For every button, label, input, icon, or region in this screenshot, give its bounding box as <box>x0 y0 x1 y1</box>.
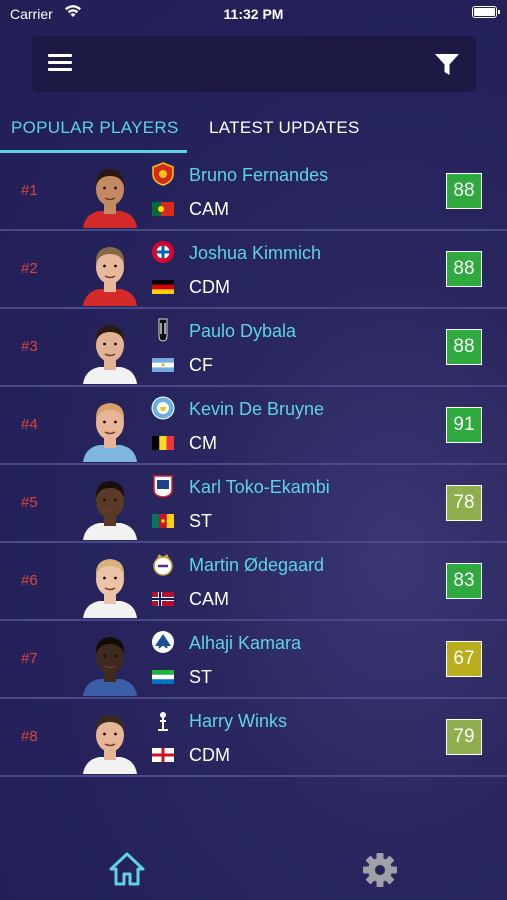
player-name: Alhaji Kamara <box>189 633 302 653</box>
portugal-flag <box>152 202 174 216</box>
player-name: Harry Winks <box>189 711 287 731</box>
bottom-nav <box>0 840 507 900</box>
player-name: Joshua Kimmich <box>189 243 322 263</box>
filter-icon[interactable] <box>434 53 460 77</box>
player-rank: #4 <box>21 416 38 433</box>
player-name: Bruno Fernandes <box>189 165 329 185</box>
hamburger-menu-icon[interactable] <box>48 54 72 74</box>
player-photo <box>79 162 141 228</box>
player-rank: #2 <box>21 260 38 277</box>
manchester-city-crest <box>151 396 175 420</box>
player-photo <box>79 708 141 774</box>
player-position: ST <box>189 667 213 687</box>
germany-flag <box>152 280 174 294</box>
player-photo <box>79 552 141 618</box>
england-flag <box>152 748 174 762</box>
player-position: CAM <box>189 589 229 609</box>
player-rank: #6 <box>21 572 38 589</box>
player-photo <box>79 630 141 696</box>
tab-latest-updates[interactable]: LATEST UPDATES <box>209 118 360 138</box>
status-bar: Carrier 11:32 PM <box>0 0 507 28</box>
status-time: 11:32 PM <box>223 6 284 22</box>
player-position: CAM <box>189 199 229 219</box>
player-name: Paulo Dybala <box>189 321 297 341</box>
player-name: Karl Toko-Ekambi <box>189 477 330 497</box>
argentina-flag <box>152 358 174 372</box>
top-bar <box>32 36 476 92</box>
battery-icon <box>472 6 500 18</box>
olympique-lyonnais-crest <box>151 474 175 498</box>
player-rank: #7 <box>21 650 38 667</box>
player-row-2[interactable]: #2 Joshua Kimmich CDM 88 <box>0 231 507 309</box>
player-rating: 88 <box>446 173 482 209</box>
player-rating: 91 <box>446 407 482 443</box>
player-rank: #3 <box>21 338 38 355</box>
cameroon-flag <box>152 514 174 528</box>
player-position: CDM <box>189 745 230 765</box>
player-list: #1 Bruno Fernandes CAM 88 #2 Joshua Kimm… <box>0 153 507 777</box>
juventus-crest <box>151 318 175 342</box>
gear-icon[interactable] <box>361 851 399 889</box>
player-row-1[interactable]: #1 Bruno Fernandes CAM 88 <box>0 153 507 231</box>
player-position: CM <box>189 433 217 453</box>
player-position: CF <box>189 355 213 375</box>
player-row-6[interactable]: #6 Martin Ødegaard CAM 83 <box>0 543 507 621</box>
player-rating: 83 <box>446 563 482 599</box>
player-row-5[interactable]: #5 Karl Toko-Ekambi ST 78 <box>0 465 507 543</box>
manchester-united-crest <box>151 162 175 186</box>
player-row-4[interactable]: #4 Kevin De Bruyne CM 91 <box>0 387 507 465</box>
player-rating: 67 <box>446 641 482 677</box>
player-row-7[interactable]: #7 Alhaji Kamara ST 67 <box>0 621 507 699</box>
player-photo <box>79 396 141 462</box>
randers-fc-crest <box>151 630 175 654</box>
player-name: Kevin De Bruyne <box>189 399 325 419</box>
player-name: Martin Ødegaard <box>189 555 325 575</box>
player-rank: #1 <box>21 182 38 199</box>
player-rating: 78 <box>446 485 482 521</box>
norway-flag <box>152 592 174 606</box>
player-rank: #5 <box>21 494 38 511</box>
player-photo <box>79 318 141 384</box>
player-position: CDM <box>189 277 230 297</box>
player-photo <box>79 240 141 306</box>
home-icon[interactable] <box>108 851 146 887</box>
real-madrid-crest <box>151 552 175 576</box>
player-row-3[interactable]: #3 Paulo Dybala CF 88 <box>0 309 507 387</box>
player-rank: #8 <box>21 728 38 745</box>
player-photo <box>79 474 141 540</box>
player-position: ST <box>189 511 213 531</box>
player-rating: 88 <box>446 329 482 365</box>
sierra-leone-flag <box>152 670 174 684</box>
tottenham-hotspur-crest <box>151 708 175 732</box>
player-rating: 88 <box>446 251 482 287</box>
player-row-8[interactable]: #8 Harry Winks CDM 79 <box>0 699 507 777</box>
bayern-munich-crest <box>151 240 175 264</box>
tab-bar: POPULAR PLAYERS LATEST UPDATES <box>0 108 507 154</box>
tab-popular-players[interactable]: POPULAR PLAYERS <box>11 118 179 138</box>
belgium-flag <box>152 436 174 450</box>
player-rating: 79 <box>446 719 482 755</box>
